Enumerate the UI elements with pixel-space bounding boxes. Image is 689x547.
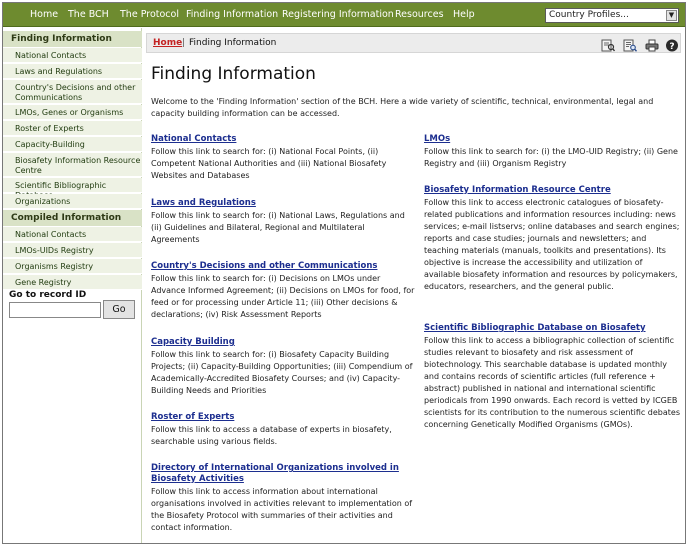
desc-scientific-bibliographic-database: Follow this link to access a bibliograph… [424,336,681,429]
section-lmos: LMOs Follow this link to search for: (i)… [424,134,680,170]
record-id-input[interactable] [9,302,101,318]
sidebar: Finding Information National Contacts La… [3,28,142,543]
nav-finding-information[interactable]: Finding Information [186,9,278,20]
link-capacity-building[interactable]: Capacity Building [151,337,415,348]
link-roster-of-experts[interactable]: Roster of Experts [151,412,415,423]
desc-country-decisions: Follow this link to search for: (i) Deci… [151,274,415,319]
section-scientific-bibliographic-database: Scientific Bibliographic Database on Bio… [424,323,680,431]
sidebar-item-capacity-building[interactable]: Capacity-Building [3,137,142,152]
help-icon[interactable]: ? [665,37,679,52]
nav-help[interactable]: Help [453,9,475,20]
link-country-decisions[interactable]: Country's Decisions and other Communicat… [151,261,415,272]
sidebar-item-compiled-national-contacts[interactable]: National Contacts [3,227,142,242]
sidebar-item-organisms-registry[interactable]: Organisms Registry [3,259,142,274]
sidebar-item-biosafety-information-resource-centre[interactable]: Biosafety Information Resource Centre [3,153,142,177]
top-navigation-bar: Home The BCH The Protocol Finding Inform… [3,3,685,27]
breadcrumb-home-link[interactable]: Home [153,38,182,48]
section-roster-of-experts: Roster of Experts Follow this link to ac… [151,412,415,448]
desc-laws-and-regulations: Follow this link to search for: (i) Nati… [151,211,405,244]
nav-registering-information[interactable]: Registering Information [282,9,394,20]
sidebar-item-roster-of-experts[interactable]: Roster of Experts [3,121,142,136]
link-laws-and-regulations[interactable]: Laws and Regulations [151,198,415,209]
desc-roster-of-experts: Follow this link to access a database of… [151,425,392,446]
sidebar-item-scientific-bibliographic-database[interactable]: Scientific Bibliographic Database [3,178,142,200]
sidebar-item-organizations[interactable]: Organizations [3,194,142,209]
sidebar-item-lmo-uids-registry[interactable]: LMOs-UIDs Registry [3,243,142,258]
page-title: Finding Information [151,64,316,84]
intro-text: Welcome to the 'Finding Information' sec… [151,97,654,118]
section-capacity-building: Capacity Building Follow this link to se… [151,337,415,397]
breadcrumb-current: Finding Information [189,38,277,48]
sidebar-item-laws-and-regulations[interactable]: Laws and Regulations [3,64,142,79]
goto-record-label: Go to record ID [9,290,87,300]
sidebar-item-country-decisions[interactable]: Country's Decisions and other Communicat… [3,80,142,104]
desc-international-organizations: Follow this link to access information a… [151,487,413,532]
print-icon[interactable] [645,37,659,52]
section-laws-and-regulations: Laws and Regulations Follow this link to… [151,198,415,246]
sidebar-item-gene-registry[interactable]: Gene Registry [3,275,142,290]
link-scientific-bibliographic-database[interactable]: Scientific Bibliographic Database on Bio… [424,323,680,334]
link-national-contacts[interactable]: National Contacts [151,134,415,145]
section-international-organizations: Directory of International Organizations… [151,463,415,534]
advanced-search-icon[interactable] [623,37,638,52]
svg-text:?: ? [669,42,674,52]
link-lmos[interactable]: LMOs [424,134,680,145]
search-record-icon[interactable] [601,37,616,52]
section-national-contacts: National Contacts Follow this link to se… [151,134,415,182]
desc-capacity-building: Follow this link to search for: (i) Bios… [151,350,413,395]
sidebar-header-compiled: Compiled Information [3,210,142,226]
country-profiles-value: Country Profiles... [549,10,629,20]
nav-the-bch[interactable]: The BCH [68,9,109,20]
go-button[interactable]: Go [103,300,135,319]
nav-resources[interactable]: Resources [395,9,444,20]
section-biosafety-information-resource-centre: Biosafety Information Resource Centre Fo… [424,185,680,293]
link-international-organizations[interactable]: Directory of International Organizations… [151,463,415,485]
desc-lmos: Follow this link to search for: (i) the … [424,147,678,168]
nav-the-protocol[interactable]: The Protocol [120,9,179,20]
page-frame: Home The BCH The Protocol Finding Inform… [2,2,686,544]
breadcrumb: Home | Finding Information ? [146,33,681,53]
link-biosafety-information-resource-centre[interactable]: Biosafety Information Resource Centre [424,185,680,196]
sidebar-item-lmos-genes-organisms[interactable]: LMOs, Genes or Organisms [3,105,142,120]
sidebar-item-national-contacts[interactable]: National Contacts [3,48,142,63]
breadcrumb-separator: | [182,38,186,48]
sidebar-header-finding: Finding Information [3,31,142,47]
desc-national-contacts: Follow this link to search for: (i) Nati… [151,147,387,180]
chevron-down-icon[interactable]: ▼ [666,10,677,21]
section-country-decisions: Country's Decisions and other Communicat… [151,261,415,321]
nav-home[interactable]: Home [30,9,58,20]
desc-biosafety-information-resource-centre: Follow this link to access electronic ca… [424,198,680,291]
country-profiles-select[interactable]: Country Profiles... ▼ [545,8,679,23]
